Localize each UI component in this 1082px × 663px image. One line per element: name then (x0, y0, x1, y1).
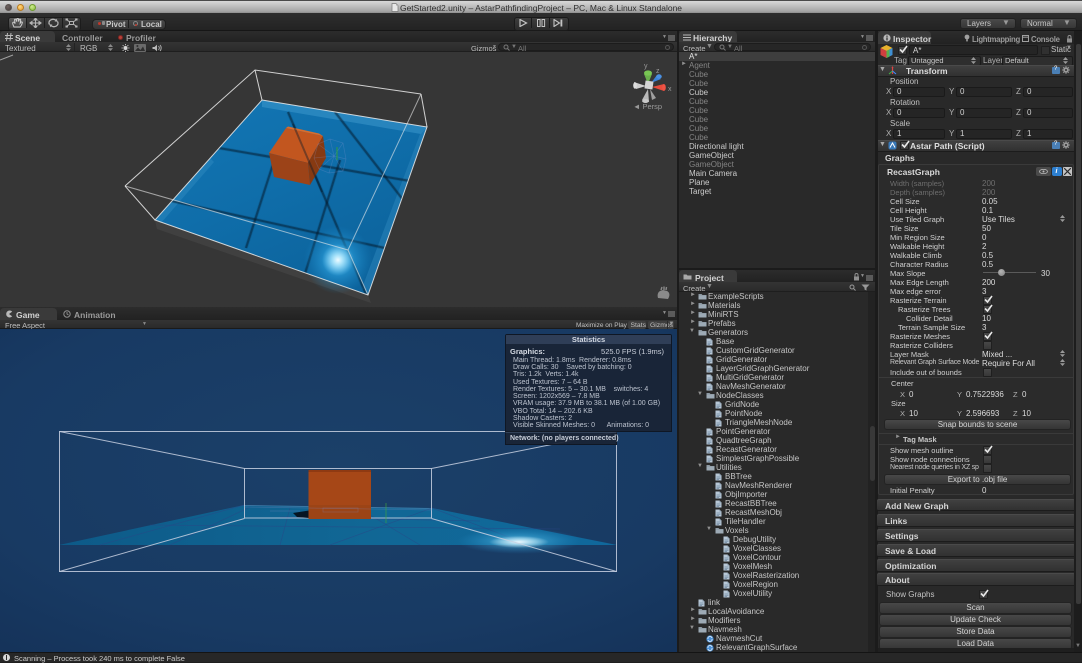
svg-text:y: y (644, 63, 648, 70)
svg-text:x: x (668, 86, 672, 93)
svg-text:z: z (656, 68, 660, 75)
